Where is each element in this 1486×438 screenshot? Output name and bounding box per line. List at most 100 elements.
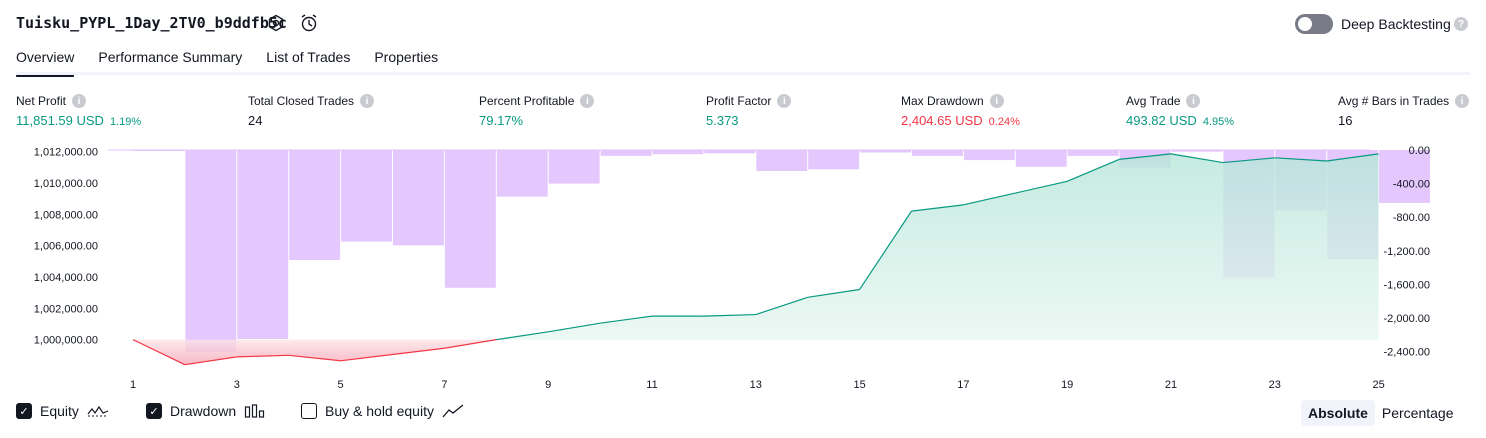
info-icon[interactable]: i (1186, 94, 1201, 108)
tab-overview[interactable]: Overview (16, 49, 75, 77)
metric-value: 79.17% (479, 113, 524, 128)
info-icon[interactable]: i (777, 94, 792, 108)
metric-value: 24 (248, 113, 263, 128)
metric-label: Avg Trade (1126, 94, 1181, 108)
legend-drawdown[interactable]: ✓ Drawdown (146, 403, 266, 419)
metric-value: 493.82 USD (1126, 113, 1197, 128)
left-axis-tick-label: 1,004,000.00 (34, 272, 98, 284)
drawdown-bar (1067, 150, 1119, 156)
metric-label: Percent Profitable (479, 94, 575, 108)
left-axis-tick-label: 1,008,000.00 (34, 209, 98, 221)
x-axis-tick-label: 11 (646, 379, 657, 391)
buy-hold-checkbox[interactable] (301, 403, 317, 419)
info-icon[interactable]: i (989, 94, 1004, 108)
legend-equity[interactable]: ✓ Equity (16, 403, 109, 419)
drawdown-bar (444, 150, 496, 288)
drawdown-bar (1171, 150, 1223, 152)
drawdown-bar (133, 150, 185, 151)
deep-backtesting-label: Deep Backtesting (1341, 16, 1451, 32)
tab-performance-summary[interactable]: Performance Summary (98, 49, 242, 73)
drawdown-bar (1015, 150, 1067, 167)
x-axis-tick-label: 3 (234, 379, 240, 391)
metric-label: Profit Factor (706, 94, 772, 108)
legend-label: Equity (40, 403, 79, 419)
metric-percent-profitable: Percent Profitable i 79.17% (479, 94, 595, 128)
right-axis-tick-label: 0.00 (1409, 145, 1430, 157)
metric-avg-bars-in-trades: Avg # Bars in Trades i 16 (1338, 94, 1470, 128)
tab-list-of-trades[interactable]: List of Trades (266, 49, 350, 73)
x-axis-tick-label: 21 (1165, 379, 1177, 391)
metric-value: 5.373 (706, 113, 739, 128)
legend-label: Buy & hold equity (325, 403, 434, 419)
view-toggle: Absolute Percentage (1301, 400, 1461, 426)
metric-value: 11,851.59 USD (16, 113, 104, 128)
x-axis-tick-label: 7 (441, 379, 447, 391)
toggle-knob (1298, 17, 1312, 31)
strategy-title: Tuisku_PYPL_1Day_2TV0_b9ddfb5c (16, 14, 287, 32)
left-axis-tick-label: 1,010,000.00 (34, 178, 98, 190)
info-icon[interactable]: i (1455, 94, 1470, 108)
right-axis-tick-label: -2,400.00 (1384, 347, 1430, 359)
x-axis-tick-label: 13 (750, 379, 762, 391)
alarm-refresh-icon[interactable] (298, 12, 320, 34)
gear-icon[interactable] (265, 12, 287, 34)
equity-wave-icon (87, 405, 109, 417)
drawdown-bar (1379, 150, 1430, 203)
metric-profit-factor: Profit Factor i 5.373 (706, 94, 792, 128)
drawdown-bar (393, 150, 444, 246)
legend-buy-hold[interactable]: Buy & hold equity (301, 403, 464, 419)
metric-label: Max Drawdown (901, 94, 984, 108)
drawdown-bar (652, 150, 704, 155)
drawdown-bar (237, 150, 289, 339)
legend-label: Drawdown (170, 403, 237, 419)
right-axis-tick-label: -1,200.00 (1384, 246, 1430, 258)
drawdown-bar (756, 150, 808, 171)
drawdown-bar (548, 150, 600, 184)
x-axis-tick-label: 17 (957, 379, 969, 391)
metric-value: 16 (1338, 113, 1353, 128)
metric-total-closed-trades: Total Closed Trades i 24 (248, 94, 375, 128)
metric-value: 2,404.65 USD (901, 113, 983, 128)
metric-label: Avg # Bars in Trades (1338, 94, 1450, 108)
x-axis-tick-label: 15 (853, 379, 865, 391)
drawdown-bar (808, 150, 860, 170)
x-axis-tick-label: 25 (1372, 379, 1384, 391)
info-icon[interactable]: i (580, 94, 595, 108)
metric-avg-trade: Avg Trade i 493.82 USD 4.95% (1126, 94, 1234, 128)
right-axis-tick-label: -2,000.00 (1384, 313, 1430, 325)
drawdown-bar (963, 150, 1015, 161)
metric-label: Total Closed Trades (248, 94, 355, 108)
tab-properties[interactable]: Properties (374, 49, 438, 73)
info-icon[interactable]: i (360, 94, 375, 108)
drawdown-bar (600, 150, 652, 156)
drawdown-bar (912, 150, 963, 156)
drawdown-bar (289, 150, 341, 261)
left-axis-tick-label: 1,002,000.00 (34, 303, 98, 315)
x-axis-tick-label: 23 (1269, 379, 1281, 391)
metric-percent: 0.24% (988, 116, 1020, 128)
x-axis-tick-label: 9 (545, 379, 551, 391)
left-axis-tick-label: 1,006,000.00 (34, 241, 98, 253)
equity-drawdown-chart[interactable]: 1,012,000.00 1,010,000.00 1,008,000.00 1,00… (0, 138, 1486, 396)
x-axis-tick-label: 19 (1061, 379, 1073, 391)
metric-net-profit: Net Profit i 11,851.59 USD 1.19% (16, 94, 141, 128)
left-axis-tick-label: 1,012,000.00 (34, 147, 98, 159)
left-axis-tick-label: 1,000,000.00 (34, 335, 98, 347)
deep-backtesting-toggle[interactable] (1295, 14, 1333, 34)
drawdown-bar (860, 150, 911, 153)
percentage-button[interactable]: Percentage (1375, 400, 1461, 426)
metric-percent: 4.95% (1202, 116, 1235, 128)
drawdown-bar (341, 150, 392, 242)
metric-max-drawdown: Max Drawdown i 2,404.65 USD 0.24% (901, 94, 1020, 128)
drawdown-bar (704, 150, 756, 154)
line-chart-icon (442, 404, 464, 418)
tab-bar: Overview Performance Summary List of Tra… (16, 49, 438, 77)
right-axis-tick-label: -1,600.00 (1384, 279, 1430, 291)
bar-chart-icon (245, 404, 265, 418)
info-icon[interactable]: i (72, 94, 87, 108)
right-axis-tick-label: -800.00 (1393, 212, 1430, 224)
absolute-button[interactable]: Absolute (1301, 400, 1375, 426)
help-icon[interactable]: ? (1454, 17, 1468, 31)
drawdown-checkbox[interactable]: ✓ (146, 403, 162, 419)
equity-checkbox[interactable]: ✓ (16, 403, 32, 419)
